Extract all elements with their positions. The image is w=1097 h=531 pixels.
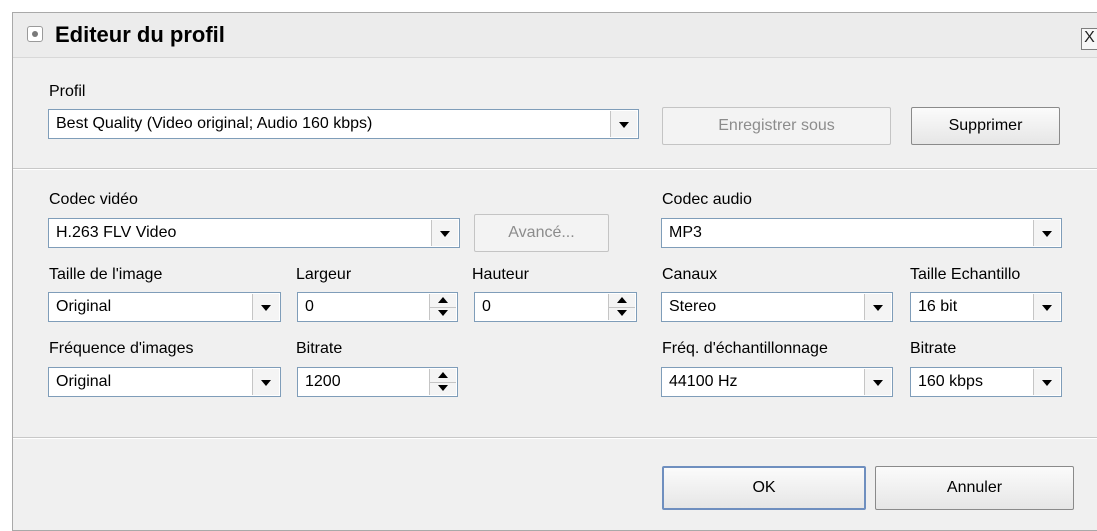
- spin-up-icon[interactable]: [430, 369, 456, 383]
- video-codec-value: H.263 FLV Video: [56, 224, 177, 241]
- title-bar: Editeur du profil X: [13, 13, 1097, 58]
- video-bitrate-label: Bitrate: [296, 340, 343, 357]
- height-value: 0: [482, 298, 491, 315]
- sample-size-label: Taille Echantillo: [910, 266, 1021, 283]
- dialog-title: Editeur du profil: [55, 22, 225, 47]
- ok-button[interactable]: OK: [662, 466, 866, 510]
- width-stepper[interactable]: 0: [297, 292, 458, 322]
- section-divider: [13, 168, 1097, 170]
- spinner-icon[interactable]: [608, 294, 635, 320]
- audio-bitrate-label: Bitrate: [910, 340, 957, 357]
- cancel-button[interactable]: Annuler: [875, 466, 1074, 510]
- audio-bitrate-select[interactable]: 160 kbps: [910, 367, 1062, 397]
- video-codec-label: Codec vidéo: [49, 191, 138, 208]
- audio-codec-label: Codec audio: [662, 191, 752, 208]
- sample-rate-value: 44100 Hz: [669, 373, 738, 390]
- width-value: 0: [305, 298, 314, 315]
- chevron-down-icon[interactable]: [252, 294, 279, 320]
- height-stepper[interactable]: 0: [474, 292, 637, 322]
- channels-value: Stereo: [669, 298, 717, 315]
- video-bitrate-stepper[interactable]: 1200: [297, 367, 458, 397]
- frame-rate-label: Fréquence d'images: [49, 340, 194, 357]
- chevron-down-icon[interactable]: [1033, 369, 1060, 395]
- spin-down-icon[interactable]: [430, 307, 456, 320]
- chevron-down-icon[interactable]: [1033, 220, 1060, 246]
- spin-down-icon[interactable]: [609, 307, 635, 320]
- sample-size-select[interactable]: 16 bit: [910, 292, 1062, 322]
- audio-codec-select[interactable]: MP3: [661, 218, 1062, 248]
- height-label: Hauteur: [472, 266, 529, 283]
- width-label: Largeur: [296, 266, 352, 283]
- channels-label: Canaux: [662, 266, 718, 283]
- chevron-down-icon[interactable]: [1033, 294, 1060, 320]
- footer-divider: [13, 437, 1097, 439]
- chevron-down-icon[interactable]: [864, 294, 891, 320]
- sample-size-value: 16 bit: [918, 298, 958, 315]
- profile-select[interactable]: Best Quality (Video original; Audio 160 …: [48, 109, 639, 139]
- channels-select[interactable]: Stereo: [661, 292, 893, 322]
- window-menu-icon[interactable]: [27, 26, 43, 42]
- frame-rate-value: Original: [56, 373, 112, 390]
- chevron-down-icon[interactable]: [610, 111, 637, 137]
- audio-bitrate-value: 160 kbps: [918, 373, 983, 390]
- save-as-button[interactable]: Enregistrer sous: [662, 107, 891, 145]
- sample-rate-select[interactable]: 44100 Hz: [661, 367, 893, 397]
- chevron-down-icon[interactable]: [252, 369, 279, 395]
- sample-rate-label: Fréq. d'échantillonnage: [662, 340, 828, 357]
- advanced-button[interactable]: Avancé...: [474, 214, 609, 252]
- delete-button[interactable]: Supprimer: [911, 107, 1060, 145]
- spinner-icon[interactable]: [429, 369, 456, 395]
- close-button[interactable]: X: [1081, 28, 1097, 50]
- chevron-down-icon[interactable]: [864, 369, 891, 395]
- spin-up-icon[interactable]: [430, 294, 456, 308]
- frame-rate-select[interactable]: Original: [48, 367, 281, 397]
- image-size-label: Taille de l'image: [49, 266, 163, 283]
- spinner-icon[interactable]: [429, 294, 456, 320]
- video-bitrate-value: 1200: [305, 373, 341, 390]
- profile-editor-dialog: Editeur du profil X Profil Best Quality …: [12, 12, 1097, 531]
- audio-codec-value: MP3: [669, 224, 702, 241]
- spin-up-icon[interactable]: [609, 294, 635, 308]
- profile-label: Profil: [49, 83, 86, 100]
- spin-down-icon[interactable]: [430, 382, 456, 395]
- profile-select-value: Best Quality (Video original; Audio 160 …: [56, 115, 373, 132]
- chevron-down-icon[interactable]: [431, 220, 458, 246]
- image-size-select[interactable]: Original: [48, 292, 281, 322]
- video-codec-select[interactable]: H.263 FLV Video: [48, 218, 460, 248]
- image-size-value: Original: [56, 298, 112, 315]
